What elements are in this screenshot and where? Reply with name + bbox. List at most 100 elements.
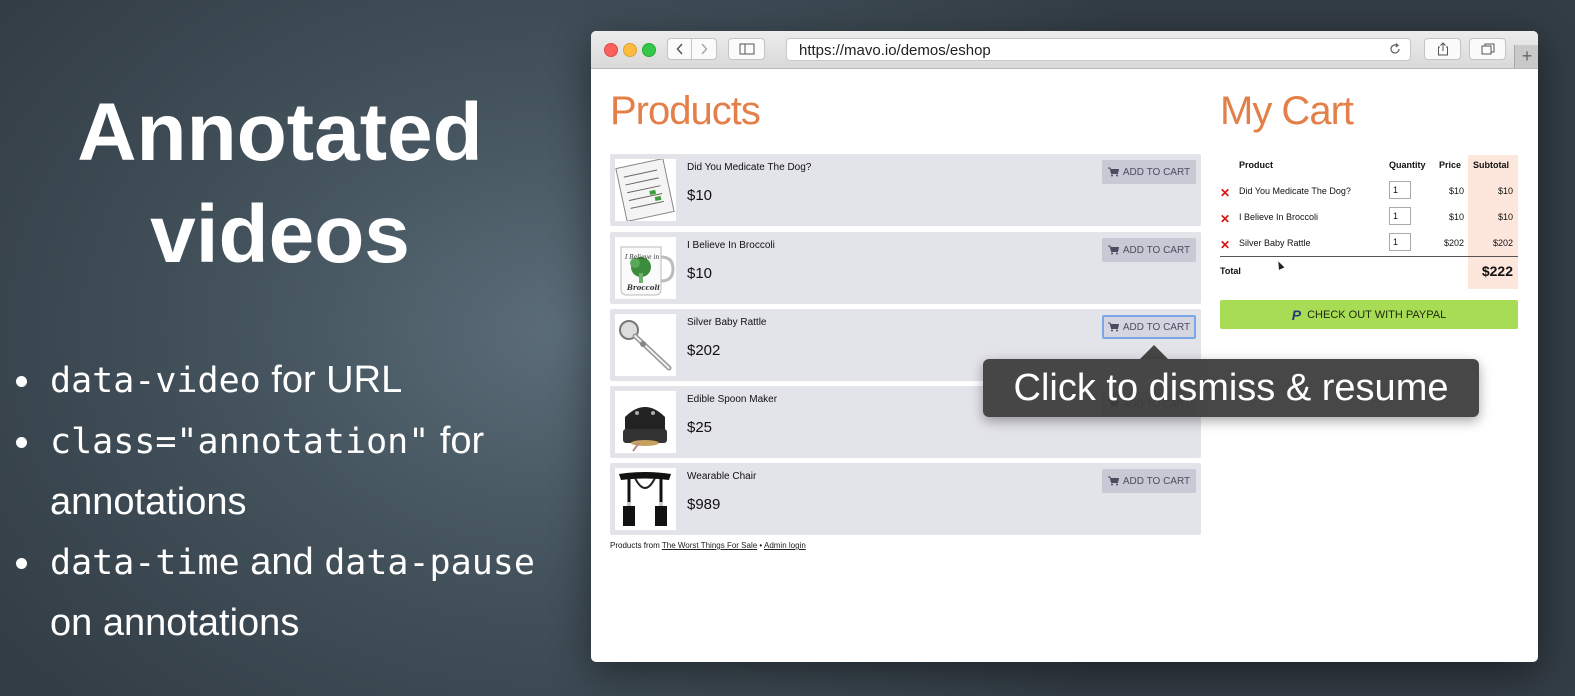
svg-text:Broccoli: Broccoli bbox=[626, 283, 660, 292]
footer-prefix: Products from bbox=[610, 541, 662, 550]
remove-item-icon[interactable]: ✕ bbox=[1220, 238, 1230, 252]
mouse-cursor-icon bbox=[1275, 260, 1285, 270]
cart-row: ✕ Silver Baby Rattle 1 $202 $202 bbox=[1220, 231, 1518, 257]
bullet-text: and bbox=[239, 541, 325, 583]
zoom-window-button[interactable] bbox=[642, 43, 656, 57]
bullet-item: data-video for URL bbox=[12, 350, 572, 411]
add-to-cart-button[interactable]: ADD TO CART bbox=[1102, 238, 1196, 262]
product-name: I Believe In Broccoli bbox=[687, 240, 775, 251]
product-price: $10 bbox=[687, 265, 713, 282]
bullet-text: for URL bbox=[260, 359, 403, 401]
product-image bbox=[615, 468, 676, 530]
add-to-cart-label: ADD TO CART bbox=[1122, 244, 1191, 256]
cart-item-price: $10 bbox=[1448, 186, 1464, 196]
tabs-icon bbox=[1481, 43, 1494, 55]
cart-item-subtotal: $10 bbox=[1497, 212, 1513, 222]
add-to-cart-button[interactable]: ADD TO CART bbox=[1102, 160, 1196, 184]
tooltip-arrow bbox=[1140, 345, 1168, 359]
new-tab-button[interactable]: + bbox=[1514, 45, 1538, 68]
feature-bullet-list: data-video for URL class="annotation" fo… bbox=[12, 350, 572, 653]
share-button[interactable] bbox=[1424, 38, 1461, 60]
cart-icon bbox=[1107, 476, 1119, 486]
add-to-cart-button[interactable]: ADD TO CART bbox=[1102, 315, 1196, 339]
cart-icon bbox=[1107, 322, 1119, 332]
annotation-tooltip[interactable]: Click to dismiss & resume bbox=[983, 359, 1479, 417]
bullet-dot-icon bbox=[16, 376, 27, 387]
cart-item-name: Did You Medicate The Dog? bbox=[1239, 186, 1351, 196]
share-icon bbox=[1437, 42, 1448, 56]
admin-login-link[interactable]: Admin login bbox=[764, 541, 806, 550]
product-image bbox=[615, 159, 676, 221]
checkout-label: CHECK OUT WITH PAYPAL bbox=[1307, 308, 1447, 321]
remove-item-icon[interactable]: ✕ bbox=[1220, 212, 1230, 226]
product-name: Wearable Chair bbox=[687, 471, 757, 482]
col-header-subtotal: Subtotal bbox=[1473, 160, 1509, 170]
bullet-item: data-time and data-pause on annotations bbox=[12, 532, 572, 653]
quantity-input[interactable]: 1 bbox=[1389, 233, 1411, 251]
cart-item-name: I Believe In Broccoli bbox=[1239, 212, 1319, 222]
reload-icon[interactable] bbox=[1388, 42, 1402, 56]
paypal-icon: P bbox=[1291, 306, 1302, 323]
back-button[interactable] bbox=[667, 38, 692, 60]
product-price: $989 bbox=[687, 496, 721, 513]
remove-item-icon[interactable]: ✕ bbox=[1220, 186, 1230, 200]
product-name: Silver Baby Rattle bbox=[687, 317, 767, 328]
slide-title: Annotated videos bbox=[30, 82, 530, 286]
cart-item-price: $10 bbox=[1448, 212, 1464, 222]
browser-toolbar: https://mavo.io/demos/eshop + bbox=[591, 31, 1538, 69]
sidebar-icon bbox=[739, 43, 754, 55]
url-bar[interactable]: https://mavo.io/demos/eshop bbox=[786, 38, 1411, 61]
checkout-paypal-button[interactable]: P CHECK OUT WITH PAYPAL bbox=[1220, 300, 1518, 329]
cart-row: ✕ I Believe In Broccoli 1 $10 $10 bbox=[1220, 205, 1518, 231]
product-image bbox=[615, 391, 676, 453]
browser-window: https://mavo.io/demos/eshop + Products D… bbox=[591, 31, 1538, 662]
product-image bbox=[615, 314, 676, 376]
forward-button[interactable] bbox=[691, 38, 717, 60]
cart-icon bbox=[1107, 167, 1119, 177]
cart-row: ✕ Did You Medicate The Dog? 1 $10 $10 bbox=[1220, 179, 1518, 205]
col-header-quantity: Quantity bbox=[1389, 160, 1426, 170]
cart-item-subtotal: $202 bbox=[1492, 238, 1513, 248]
bullet-code: class="annotation" bbox=[50, 422, 430, 462]
col-header-price: Price bbox=[1439, 160, 1462, 170]
bullet-dot-icon bbox=[16, 558, 27, 569]
quantity-input[interactable]: 1 bbox=[1389, 207, 1411, 225]
bullet-dot-icon bbox=[16, 437, 27, 448]
show-tabs-button[interactable] bbox=[1469, 38, 1506, 60]
cart-total-label: Total bbox=[1220, 266, 1241, 276]
quantity-input[interactable]: 1 bbox=[1389, 181, 1411, 199]
chevron-left-icon bbox=[675, 43, 683, 55]
product-image: I Believe in Broccoli bbox=[615, 237, 676, 299]
bullet-code: data-time bbox=[50, 543, 240, 583]
product-name: Did You Medicate The Dog? bbox=[687, 162, 812, 173]
minimize-window-button[interactable] bbox=[623, 43, 637, 57]
close-window-button[interactable] bbox=[604, 43, 618, 57]
slide-title-line2: videos bbox=[150, 189, 410, 280]
product-card: Did You Medicate The Dog? $10 ADD TO CAR… bbox=[610, 154, 1201, 226]
source-link[interactable]: The Worst Things For Sale bbox=[662, 541, 757, 550]
url-text: https://mavo.io/demos/eshop bbox=[799, 42, 991, 59]
product-name: Edible Spoon Maker bbox=[687, 394, 778, 405]
add-to-cart-label: ADD TO CART bbox=[1122, 321, 1191, 333]
products-footer: Products from The Worst Things For Sale … bbox=[610, 541, 806, 550]
cart-divider bbox=[1220, 256, 1518, 257]
bullet-code: data-pause bbox=[324, 543, 535, 583]
cart-item-subtotal: $10 bbox=[1497, 186, 1513, 196]
product-price: $25 bbox=[687, 419, 713, 436]
product-card: I Believe in Broccoli I Believe In Brocco… bbox=[610, 232, 1201, 304]
add-to-cart-button[interactable]: ADD TO CART bbox=[1102, 469, 1196, 493]
footer-separator: • bbox=[757, 541, 764, 550]
bullet-text: on annotations bbox=[50, 602, 300, 644]
cart-heading: My Cart bbox=[1220, 89, 1354, 133]
bullet-item: class="annotation" for annotations bbox=[12, 411, 572, 532]
chevron-right-icon bbox=[701, 43, 708, 55]
bullet-code: data-video bbox=[50, 361, 261, 401]
sidebar-button[interactable] bbox=[728, 38, 765, 60]
product-card: Wearable Chair $989 ADD TO CART bbox=[610, 463, 1201, 535]
cart-item-price: $202 bbox=[1443, 238, 1464, 248]
add-to-cart-label: ADD TO CART bbox=[1122, 166, 1191, 178]
product-price: $10 bbox=[687, 187, 713, 204]
products-heading: Products bbox=[610, 89, 761, 133]
add-to-cart-label: ADD TO CART bbox=[1122, 475, 1191, 487]
col-header-product: Product bbox=[1239, 160, 1274, 170]
